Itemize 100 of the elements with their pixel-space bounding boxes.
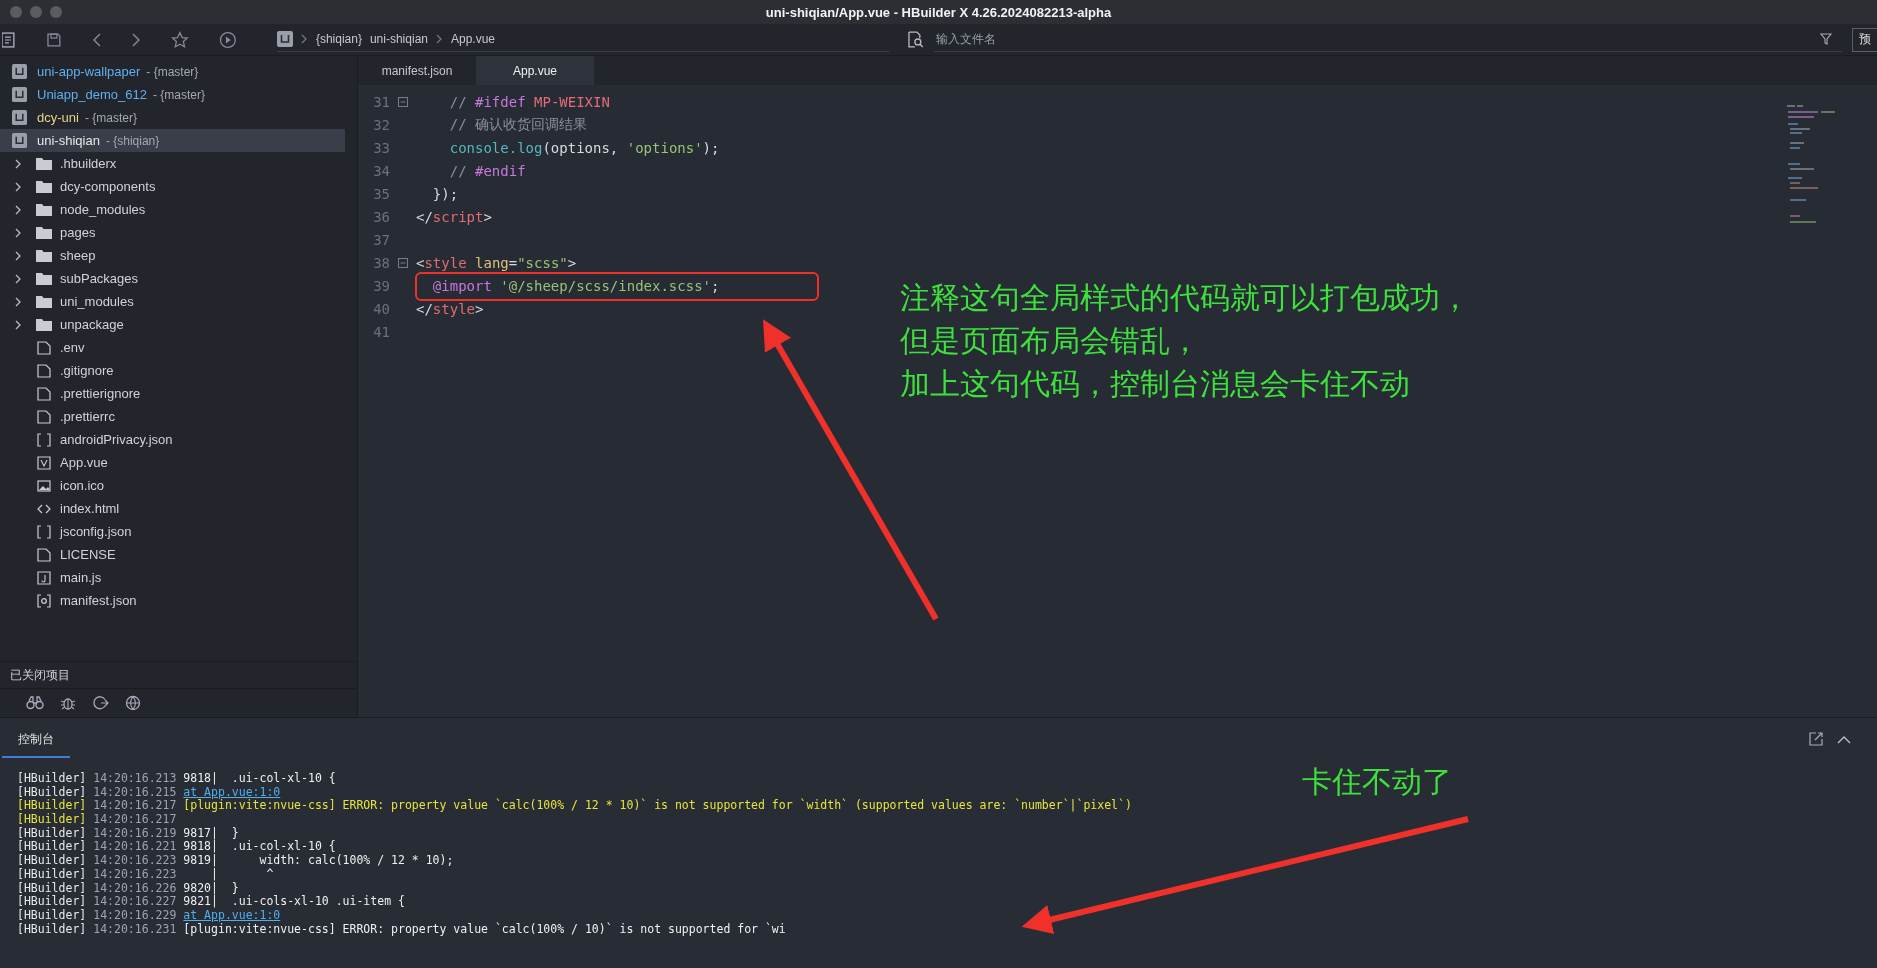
project-item[interactable]: uni-app-wallpaper - {master} — [0, 60, 345, 83]
console-tab[interactable]: 控制台 — [2, 731, 70, 758]
file-tree-item[interactable]: unpackage — [0, 313, 357, 336]
log-source: [HBuilder] — [17, 881, 87, 895]
annotation-text: 但是页面布局会错乱， — [900, 323, 1201, 359]
project-item[interactable]: uni-shiqian - {shiqian} — [0, 129, 345, 152]
code-line: // 确认收货回调结果 — [448, 115, 587, 134]
bug-icon[interactable] — [60, 695, 76, 711]
log-timestamp: 14:20:16.213 — [93, 772, 177, 786]
file-tree-item[interactable]: uni_modules — [0, 290, 357, 313]
code-line: }); — [431, 185, 459, 202]
log-source: [HBuilder] — [17, 813, 87, 827]
file-icon — [36, 409, 52, 424]
log-message: [plugin:vite:nvue-css] ERROR: property value `calc(100% / 12 * 10)` is not supported for `width` (supported values are: `number`|`pixel`) — [183, 799, 1132, 814]
file-tree-item[interactable]: icon.ico — [0, 474, 357, 497]
log-source: [HBuilder] — [17, 826, 87, 840]
fold-icon[interactable] — [398, 257, 408, 268]
file-tree-item[interactable]: .prettierrc — [0, 405, 357, 428]
file-icon — [36, 340, 52, 355]
log-timestamp: 14:20:16.219 — [93, 826, 177, 841]
project-item[interactable]: dcy-uni - {master} — [0, 106, 345, 129]
refresh-icon[interactable] — [92, 695, 109, 711]
file-tree-item[interactable]: jsconfig.json — [0, 520, 357, 543]
file-tree-item[interactable]: pages — [0, 221, 357, 244]
file-tree-item[interactable]: androidPrivacy.json — [0, 428, 357, 451]
breadcrumb-item[interactable]: uni-shiqian — [369, 32, 428, 46]
source-link[interactable]: at App.vue:1:0 — [183, 908, 281, 923]
line-number: 31 — [372, 93, 390, 110]
globe-icon[interactable] — [125, 695, 142, 711]
file-tree-item[interactable]: .hbuilderx — [0, 152, 357, 175]
log-message: | ^ — [211, 867, 274, 882]
file-tree-item[interactable]: .gitignore — [0, 359, 357, 382]
project-icon — [12, 133, 27, 148]
log-source: [HBuilder] — [17, 895, 87, 909]
file-tree-item[interactable]: manifest.json — [0, 589, 357, 612]
closed-projects-item[interactable]: 已关闭项目 — [0, 661, 357, 688]
log-message: 9820| } — [183, 881, 239, 896]
line-number: 38 — [372, 254, 390, 271]
log-timestamp: 14:20:16.223 — [93, 867, 177, 882]
log-source: [HBuilder] — [17, 854, 87, 868]
file-tree-item[interactable]: subPackages — [0, 267, 357, 290]
log-source: [HBuilder] — [17, 840, 87, 854]
project-icon — [276, 31, 293, 47]
log-message: 9819| width: calc(100% / 12 * 10); — [183, 854, 454, 868]
folder-icon — [36, 226, 52, 239]
file-tree-item[interactable]: App.vue — [0, 451, 357, 474]
line-number: 41 — [372, 323, 390, 340]
log-timestamp: 14:20:16.217 — [93, 799, 177, 814]
line-number: 32 — [372, 116, 390, 133]
file-tree-item[interactable]: .env — [0, 336, 357, 359]
star-icon[interactable] — [171, 30, 190, 49]
log-source: [HBuilder] — [17, 867, 87, 882]
log-timestamp: 14:20:16.226 — [93, 881, 177, 896]
file-icon — [36, 363, 52, 378]
save-icon[interactable] — [45, 31, 62, 48]
brackets-icon — [36, 524, 52, 539]
code-line: </script> — [416, 208, 492, 225]
log-timestamp: 14:20:16.221 — [93, 840, 177, 855]
brackets-icon — [36, 432, 52, 447]
line-number: 40 — [372, 300, 390, 317]
log-source: [HBuilder] — [17, 772, 87, 786]
log-message: 9817| } — [183, 826, 239, 841]
project-item[interactable]: Uniapp_demo_612 - {master} — [0, 83, 345, 106]
code-line: // #endif — [448, 162, 526, 179]
fold-icon[interactable] — [398, 96, 408, 107]
folder-icon — [36, 157, 52, 170]
back-icon[interactable] — [91, 31, 102, 48]
file-icon — [36, 547, 52, 562]
file-tab[interactable]: App.vue — [476, 56, 594, 85]
file-tree-item[interactable]: .prettierignore — [0, 382, 357, 405]
line-number: 34 — [372, 162, 390, 179]
chevron-up-icon[interactable] — [1837, 734, 1851, 744]
source-link[interactable]: at App.vue:1:0 — [183, 785, 281, 800]
file-tree-item[interactable]: dcy-components — [0, 175, 357, 198]
breadcrumb-item[interactable]: App.vue — [451, 32, 496, 46]
play-icon[interactable] — [219, 30, 237, 49]
log-source: [HBuilder] — [17, 799, 87, 813]
filter-icon[interactable] — [1820, 33, 1832, 45]
file-search-field[interactable]: 输入文件名 — [933, 31, 1820, 47]
export-icon[interactable] — [1809, 732, 1823, 746]
log-message: 9821| .ui-cols-xl-10 .ui-item { — [183, 895, 405, 909]
preview-button[interactable]: 预 — [1852, 27, 1877, 52]
file-tree-item[interactable]: sheep — [0, 244, 357, 267]
breadcrumb-item[interactable]: {shiqian} — [315, 32, 362, 46]
find-file-icon[interactable] — [906, 31, 924, 48]
file-tree-item[interactable]: main.js — [0, 566, 357, 589]
folder-icon — [36, 203, 52, 216]
file-tree-item[interactable]: node_modules — [0, 198, 357, 221]
log-timestamp: 14:20:16.215 — [93, 785, 177, 800]
file-tree-item[interactable]: LICENSE — [0, 543, 357, 566]
new-file-icon[interactable] — [2, 30, 16, 49]
folder-icon — [36, 295, 52, 308]
binoculars-icon[interactable] — [26, 696, 44, 710]
forward-icon[interactable] — [131, 31, 142, 48]
log-source: [HBuilder] — [17, 785, 87, 799]
line-number: 35 — [372, 185, 390, 202]
annotation-text: 卡住不动了 — [1302, 764, 1452, 800]
code-line: console.log(options, 'options'); — [448, 139, 720, 156]
file-tree-item[interactable]: index.html — [0, 497, 357, 520]
project-icon — [12, 64, 27, 79]
